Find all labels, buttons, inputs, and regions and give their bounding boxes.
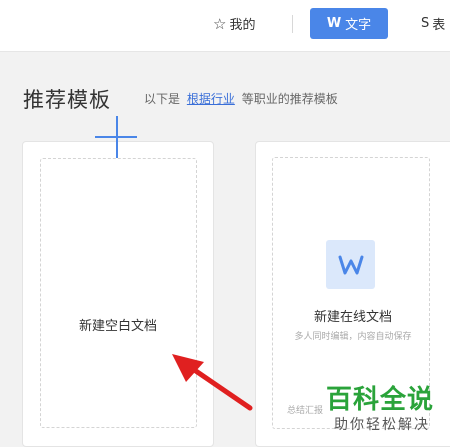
tab-writer-label: 文字: [345, 18, 372, 33]
nav-mine[interactable]: ☆ 我的: [213, 8, 255, 39]
tab-spreadsheet[interactable]: S 表: [421, 8, 445, 39]
tab-writer[interactable]: W 文字: [310, 8, 388, 39]
industry-link[interactable]: 根据行业: [187, 92, 235, 106]
subtitle-prefix: 以下是: [144, 92, 181, 106]
new-online-doc-subtitle: 多人同时编辑，内容自动保存: [294, 332, 412, 342]
subtitle-suffix: 等职业的推荐模板: [241, 92, 338, 106]
section-subtitle: 以下是 根据行业 等职业的推荐模板: [144, 90, 338, 107]
nav-mine-label: 我的: [229, 18, 256, 33]
s-icon: S: [421, 16, 430, 31]
watermark-main: 百科全说: [326, 385, 435, 415]
watermark-sub: 助你轻松解决: [334, 417, 430, 433]
red-arrow-icon: [172, 354, 253, 411]
star-icon: ☆: [213, 14, 227, 33]
tab-spreadsheet-label: 表: [432, 18, 446, 33]
new-blank-doc-label: 新建空白文档: [78, 319, 157, 334]
new-online-doc-title: 新建在线文档: [313, 310, 392, 325]
w-doc-icon: [326, 240, 375, 289]
section-title: 推荐模板: [23, 88, 111, 112]
online-doc-footer: 总结汇报: [287, 406, 324, 416]
plus-icon: [95, 116, 139, 160]
nav-divider: [292, 15, 293, 33]
watermark-logo: 百科全说 助你轻松解决: [326, 385, 434, 435]
top-nav-bar: ☆ 我的 W 文字 S 表: [0, 0, 450, 52]
w-icon: W: [326, 16, 342, 31]
